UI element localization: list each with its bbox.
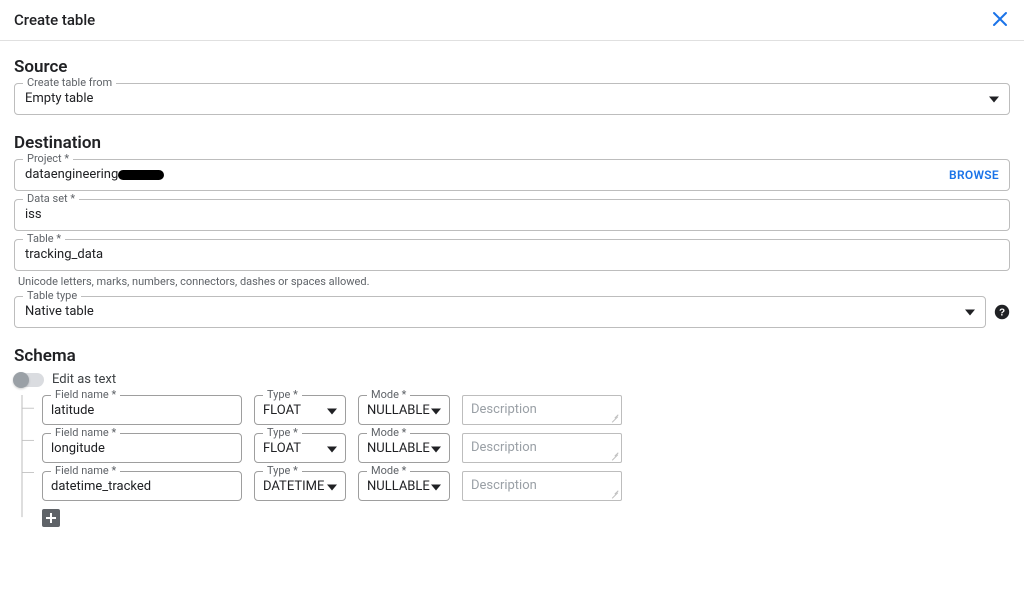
field-type-label: Type * xyxy=(263,464,302,477)
dataset-label: Data set * xyxy=(23,192,79,205)
table-type-label: Table type xyxy=(23,289,81,302)
caret-down-icon xyxy=(327,404,337,419)
field-name-input[interactable]: Field name * latitude xyxy=(42,395,242,425)
edit-as-text-label: Edit as text xyxy=(52,372,116,387)
create-table-panel: Create table Source Create table from Em… xyxy=(0,0,1024,613)
create-table-from-label: Create table from xyxy=(23,76,116,89)
destination-heading: Destination xyxy=(14,133,1010,153)
caret-down-icon xyxy=(431,404,441,419)
field-description-input[interactable]: Description xyxy=(462,471,622,501)
field-mode-label: Mode * xyxy=(367,426,410,439)
toggle-knob xyxy=(13,372,29,388)
project-value: dataengineering xyxy=(25,167,164,182)
schema-tree xyxy=(14,395,42,527)
caret-down-icon xyxy=(327,442,337,457)
field-type-value: FLOAT xyxy=(263,441,301,456)
field-description-input[interactable]: Description xyxy=(462,433,622,463)
dataset-field[interactable]: Data set * iss xyxy=(14,199,1010,231)
add-field-button[interactable] xyxy=(42,509,60,527)
field-name-label: Field name * xyxy=(51,426,120,439)
plus-icon xyxy=(45,512,57,524)
field-mode-select[interactable]: Mode * NULLABLE xyxy=(358,433,450,463)
panel-body: Source Create table from Empty table Des… xyxy=(0,41,1024,527)
field-mode-value: NULLABLE xyxy=(367,479,430,494)
table-label: Table * xyxy=(23,232,65,245)
field-type-select[interactable]: Type * DATETIME xyxy=(254,471,346,501)
caret-down-icon xyxy=(989,92,999,107)
table-type-select[interactable]: Table type Native table xyxy=(14,296,986,328)
close-button[interactable] xyxy=(988,8,1012,32)
field-mode-select[interactable]: Mode * NULLABLE xyxy=(358,395,450,425)
field-type-value: DATETIME xyxy=(263,479,324,494)
field-mode-value: NULLABLE xyxy=(367,441,430,456)
table-type-value: Native table xyxy=(25,304,94,319)
schema-row: Field name * latitude Type * FLOAT Mode … xyxy=(42,395,1010,425)
field-name-value: latitude xyxy=(51,403,94,418)
svg-text:?: ? xyxy=(999,308,1005,319)
resize-handle[interactable] xyxy=(611,414,619,422)
edit-as-text-toggle[interactable] xyxy=(14,373,44,387)
field-type-label: Type * xyxy=(263,426,302,439)
field-type-select[interactable]: Type * FLOAT xyxy=(254,395,346,425)
project-field[interactable]: Project * dataengineering BROWSE xyxy=(14,159,1010,191)
dataset-value: iss xyxy=(25,207,42,222)
panel-title: Create table xyxy=(14,11,95,29)
schema-area: Field name * latitude Type * FLOAT Mode … xyxy=(14,395,1010,527)
field-name-input[interactable]: Field name * longitude xyxy=(42,433,242,463)
close-icon xyxy=(992,11,1008,27)
field-mode-select[interactable]: Mode * NULLABLE xyxy=(358,471,450,501)
create-table-from-value: Empty table xyxy=(25,91,93,106)
caret-down-icon xyxy=(965,305,975,320)
caret-down-icon xyxy=(327,480,337,495)
schema-rows: Field name * latitude Type * FLOAT Mode … xyxy=(42,395,1010,527)
table-helper-text: Unicode letters, marks, numbers, connect… xyxy=(18,275,1010,288)
field-name-label: Field name * xyxy=(51,464,120,477)
field-mode-label: Mode * xyxy=(367,388,410,401)
field-type-value: FLOAT xyxy=(263,403,301,418)
field-mode-value: NULLABLE xyxy=(367,403,430,418)
field-mode-label: Mode * xyxy=(367,464,410,477)
field-description-input[interactable]: Description xyxy=(462,395,622,425)
field-type-label: Type * xyxy=(263,388,302,401)
field-name-value: longitude xyxy=(51,441,105,456)
project-value-prefix: dataengineering xyxy=(25,167,118,182)
field-name-input[interactable]: Field name * datetime_tracked xyxy=(42,471,242,501)
create-table-from-select[interactable]: Create table from Empty table xyxy=(14,83,1010,115)
schema-row: Field name * datetime_tracked Type * DAT… xyxy=(42,471,1010,501)
schema-heading: Schema xyxy=(14,346,1010,366)
project-label: Project * xyxy=(23,152,73,165)
schema-row: Field name * longitude Type * FLOAT Mode… xyxy=(42,433,1010,463)
field-name-value: datetime_tracked xyxy=(51,479,151,494)
caret-down-icon xyxy=(431,480,441,495)
table-value: tracking_data xyxy=(25,247,103,262)
caret-down-icon xyxy=(431,442,441,457)
resize-handle[interactable] xyxy=(611,490,619,498)
resize-handle[interactable] xyxy=(611,452,619,460)
field-type-select[interactable]: Type * FLOAT xyxy=(254,433,346,463)
help-icon[interactable]: ? xyxy=(994,304,1010,320)
browse-button[interactable]: BROWSE xyxy=(949,168,999,182)
source-heading: Source xyxy=(14,57,1010,77)
panel-header: Create table xyxy=(0,0,1024,41)
field-name-label: Field name * xyxy=(51,388,120,401)
redacted-text xyxy=(118,170,164,180)
table-field[interactable]: Table * tracking_data xyxy=(14,239,1010,271)
